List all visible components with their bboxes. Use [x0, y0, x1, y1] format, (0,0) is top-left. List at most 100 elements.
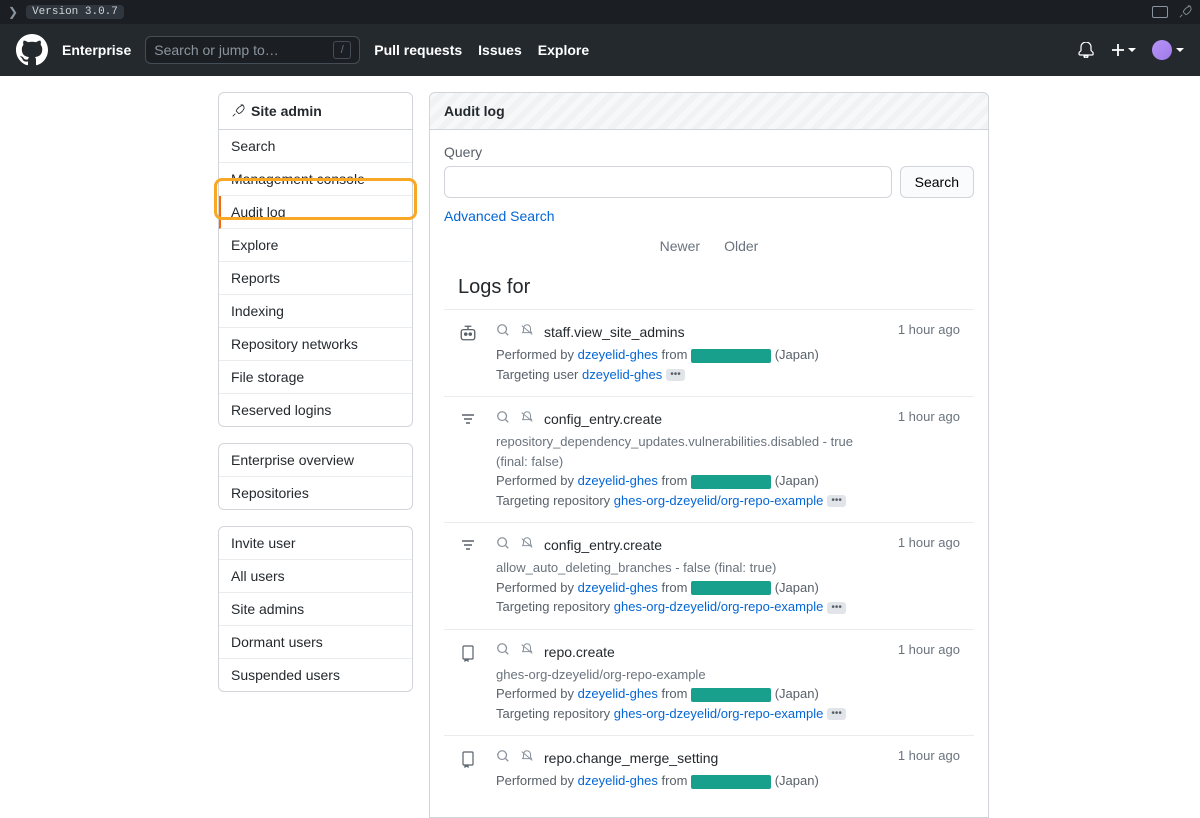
query-label: Query — [444, 144, 974, 160]
redacted-ip — [691, 475, 771, 489]
notifications-icon[interactable] — [1078, 42, 1094, 58]
page-title: Audit log — [429, 92, 989, 130]
log-target: Targeting repository ghes-org-dzeyelid/o… — [496, 597, 880, 617]
chevron-right-icon: ❯ — [8, 5, 18, 19]
brand-label[interactable]: Enterprise — [62, 42, 131, 58]
log-action: staff.view_site_admins — [544, 322, 685, 343]
rocket-icon — [1178, 5, 1192, 19]
redacted-ip — [691, 349, 771, 363]
log-performed-by: Performed by dzeyelid-ghes from (Japan) — [496, 684, 880, 704]
sidebar-item-reports[interactable]: Reports — [219, 262, 412, 295]
log-timestamp: 1 hour ago — [898, 409, 960, 510]
ellipsis-button[interactable]: ••• — [827, 495, 846, 507]
log-timestamp: 1 hour ago — [898, 642, 960, 724]
logs-heading: Logs for — [444, 268, 974, 309]
search-icon[interactable] — [496, 642, 510, 662]
sidebar-group-enterprise: Enterprise overview Repositories — [218, 443, 413, 510]
actor-link[interactable]: dzeyelid-ghes — [578, 473, 658, 488]
sidebar-item-suspended-users[interactable]: Suspended users — [219, 659, 412, 691]
search-icon[interactable] — [496, 536, 510, 556]
main-header: Enterprise Search or jump to… / Pull req… — [0, 24, 1200, 76]
redacted-ip — [691, 688, 771, 702]
filter-icon — [458, 535, 478, 617]
log-row: config_entry.createrepository_dependency… — [444, 396, 974, 522]
user-menu[interactable] — [1152, 40, 1184, 60]
actor-link[interactable]: dzeyelid-ghes — [578, 686, 658, 701]
target-link[interactable]: ghes-org-dzeyelid/org-repo-example — [614, 599, 824, 614]
actor-link[interactable]: dzeyelid-ghes — [578, 773, 658, 788]
sidebar-item-explore[interactable]: Explore — [219, 229, 412, 262]
search-icon[interactable] — [496, 749, 510, 769]
log-performed-by: Performed by dzeyelid-ghes from (Japan) — [496, 578, 880, 598]
ellipsis-button[interactable]: ••• — [827, 602, 846, 614]
log-row: repo.change_merge_settingPerformed by dz… — [444, 735, 974, 803]
sidebar-item-indexing[interactable]: Indexing — [219, 295, 412, 328]
query-input[interactable] — [444, 166, 892, 198]
log-timestamp: 1 hour ago — [898, 322, 960, 384]
log-timestamp: 1 hour ago — [898, 535, 960, 617]
log-action: config_entry.create — [544, 409, 662, 430]
filter-icon — [458, 409, 478, 510]
target-link[interactable]: ghes-org-dzeyelid/org-repo-example — [614, 706, 824, 721]
nav-issues[interactable]: Issues — [478, 42, 522, 58]
search-button[interactable]: Search — [900, 166, 974, 198]
nav-pull-requests[interactable]: Pull requests — [374, 42, 462, 58]
sidebar-item-reserved-logins[interactable]: Reserved logins — [219, 394, 412, 426]
sidebar-item-site-admins[interactable]: Site admins — [219, 593, 412, 626]
advanced-search-link[interactable]: Advanced Search — [444, 208, 555, 224]
global-search-input[interactable]: Search or jump to… / — [145, 36, 360, 64]
actor-link[interactable]: dzeyelid-ghes — [578, 347, 658, 362]
log-target: Targeting user dzeyelid-ghes••• — [496, 365, 880, 385]
sidebar-item-dormant-users[interactable]: Dormant users — [219, 626, 412, 659]
mute-bell-icon[interactable] — [520, 536, 534, 556]
sidebar-group-admin: Site admin Search Management console Aud… — [218, 92, 413, 427]
mute-bell-icon[interactable] — [520, 749, 534, 769]
nav-explore[interactable]: Explore — [538, 42, 589, 58]
plus-icon — [1110, 42, 1126, 58]
ellipsis-button[interactable]: ••• — [827, 708, 846, 720]
sidebar-group-users: Invite user All users Site admins Dorman… — [218, 526, 413, 692]
repo-icon — [458, 748, 478, 791]
ellipsis-button[interactable]: ••• — [666, 369, 685, 381]
log-target: Targeting repository ghes-org-dzeyelid/o… — [496, 704, 880, 724]
target-link[interactable]: dzeyelid-ghes — [582, 367, 662, 382]
log-action: repo.create — [544, 642, 615, 663]
log-timestamp: 1 hour ago — [898, 748, 960, 791]
search-icon[interactable] — [496, 410, 510, 430]
sidebar-item-management-console[interactable]: Management console — [219, 163, 412, 196]
main-content: Audit log Query Search Advanced Search N… — [429, 92, 989, 818]
sidebar-item-all-users[interactable]: All users — [219, 560, 412, 593]
github-logo-icon[interactable] — [16, 34, 48, 66]
log-performed-by: Performed by dzeyelid-ghes from (Japan) — [496, 345, 880, 365]
system-topbar: ❯ Version 3.0.7 — [0, 0, 1200, 24]
log-performed-by: Performed by dzeyelid-ghes from (Japan) — [496, 471, 880, 491]
sidebar-header-site-admin: Site admin — [219, 93, 412, 130]
pager: Newer Older — [444, 224, 974, 268]
chevron-down-icon — [1128, 48, 1136, 52]
sidebar-item-repositories[interactable]: Repositories — [219, 477, 412, 509]
pager-older[interactable]: Older — [724, 238, 758, 254]
search-placeholder: Search or jump to… — [154, 42, 279, 58]
avatar — [1152, 40, 1172, 60]
log-row: config_entry.createallow_auto_deleting_b… — [444, 522, 974, 629]
mute-bell-icon[interactable] — [520, 642, 534, 662]
search-icon[interactable] — [496, 323, 510, 343]
sidebar: Site admin Search Management console Aud… — [218, 92, 413, 818]
robot-icon — [458, 322, 478, 384]
mute-bell-icon[interactable] — [520, 410, 534, 430]
log-performed-by: Performed by dzeyelid-ghes from (Japan) — [496, 771, 880, 791]
pager-newer[interactable]: Newer — [660, 238, 700, 254]
mute-bell-icon[interactable] — [520, 323, 534, 343]
actor-link[interactable]: dzeyelid-ghes — [578, 580, 658, 595]
sidebar-item-audit-log[interactable]: Audit log — [219, 196, 412, 229]
target-link[interactable]: ghes-org-dzeyelid/org-repo-example — [614, 493, 824, 508]
sidebar-item-invite-user[interactable]: Invite user — [219, 527, 412, 560]
log-action: repo.change_merge_setting — [544, 748, 718, 769]
sidebar-item-repository-networks[interactable]: Repository networks — [219, 328, 412, 361]
chevron-down-icon — [1176, 48, 1184, 52]
sidebar-item-enterprise-overview[interactable]: Enterprise overview — [219, 444, 412, 477]
keyboard-icon — [1152, 6, 1168, 18]
create-new-dropdown[interactable] — [1110, 42, 1136, 58]
sidebar-item-search[interactable]: Search — [219, 130, 412, 163]
sidebar-item-file-storage[interactable]: File storage — [219, 361, 412, 394]
